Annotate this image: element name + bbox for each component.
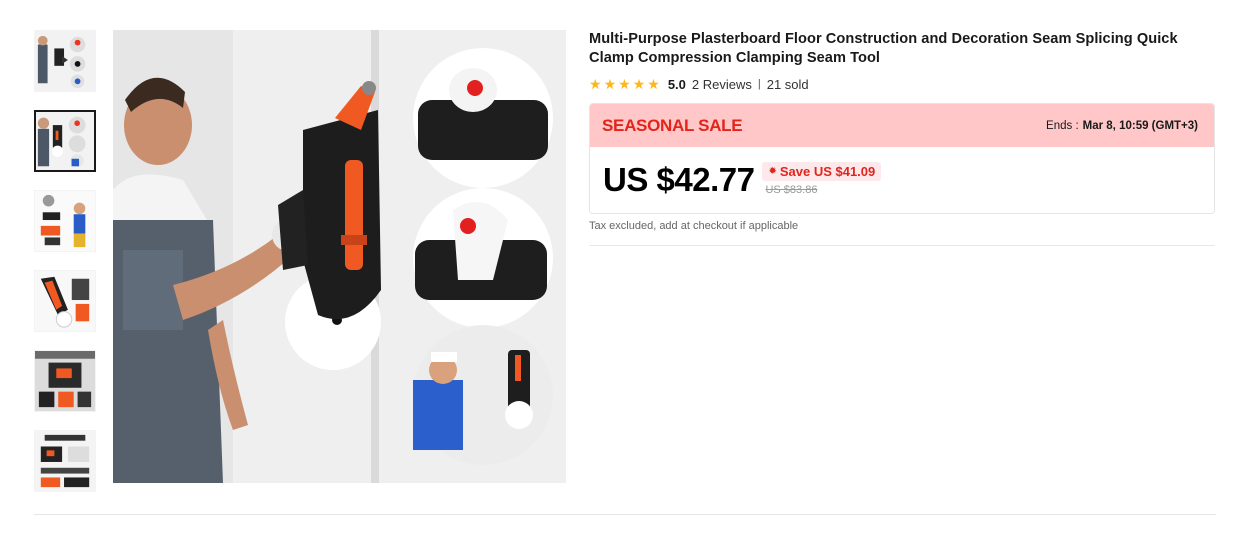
star-icon: ★ <box>603 76 617 92</box>
sale-title: SEASONAL SALE <box>602 115 743 135</box>
star-icon: ★ <box>589 76 602 92</box>
thumbnail-4[interactable] <box>34 270 96 332</box>
save-text: Save US $41.09 <box>779 164 876 179</box>
rating-row: ★ ★ ★ ★ ★ 5.0 2 Reviews | 21 sold <box>589 75 1216 93</box>
main-product-illustration <box>113 30 566 483</box>
save-badge: ✹ Save US $41.09 <box>762 162 882 181</box>
product-title: Multi-Purpose Plasterboard Floor Constru… <box>589 31 1178 66</box>
reviews-link[interactable]: 2 Reviews <box>692 77 752 92</box>
sale-countdown: Ends : Mar 8, 10:59 (GMT+3) <box>1046 120 1198 132</box>
sale-price-box: SEASONAL SALE Ends : Mar 8, 10:59 (GMT+3)… <box>589 103 1215 214</box>
main-product-image[interactable] <box>113 30 566 483</box>
separator: | <box>757 78 761 90</box>
thumbnail-list <box>34 30 98 510</box>
thumbnail-3-image <box>35 191 95 251</box>
product-info-panel: Multi-Purpose Plasterboard Floor Constru… <box>589 30 1216 246</box>
rating-value: 5.0 <box>667 76 686 92</box>
thumbnail-4-image <box>35 271 95 331</box>
sold-count: 21 sold <box>766 76 809 92</box>
thumbnail-6[interactable] <box>34 430 96 492</box>
rating-stars[interactable]: ★ ★ ★ ★ ★ <box>589 77 660 91</box>
thumbnail-5[interactable] <box>34 350 96 412</box>
star-icon: ★ <box>618 76 631 92</box>
current-price: US $42.77 <box>603 161 755 198</box>
thumbnail-2[interactable] <box>34 110 96 172</box>
thumbnail-2-image <box>36 112 94 170</box>
savings: ✹ Save US $41.09 US $83.86 <box>762 162 882 196</box>
thumbnail-1-image <box>35 31 95 91</box>
original-price: US $83.86 <box>765 184 818 196</box>
thumbnail-6-image <box>35 431 95 491</box>
divider <box>589 245 1215 246</box>
ends-label: Ends : <box>1046 119 1079 132</box>
bottom-divider <box>34 514 1216 515</box>
ends-value: Mar 8, 10:59 (GMT+3) <box>1082 119 1198 132</box>
star-icon: ★ <box>632 76 646 92</box>
thumbnail-5-image <box>35 351 95 411</box>
sale-banner: SEASONAL SALE Ends : Mar 8, 10:59 (GMT+3) <box>590 104 1214 147</box>
thumbnail-3[interactable] <box>34 190 96 252</box>
tax-note: Tax excluded, add at checkout if applica… <box>589 220 799 232</box>
star-icon: ★ <box>647 76 660 92</box>
tag-icon: ✹ <box>768 166 777 177</box>
thumbnail-1[interactable] <box>34 30 96 92</box>
price-area: US $42.77 ✹ Save US $41.09 US $83.86 <box>590 147 1214 213</box>
